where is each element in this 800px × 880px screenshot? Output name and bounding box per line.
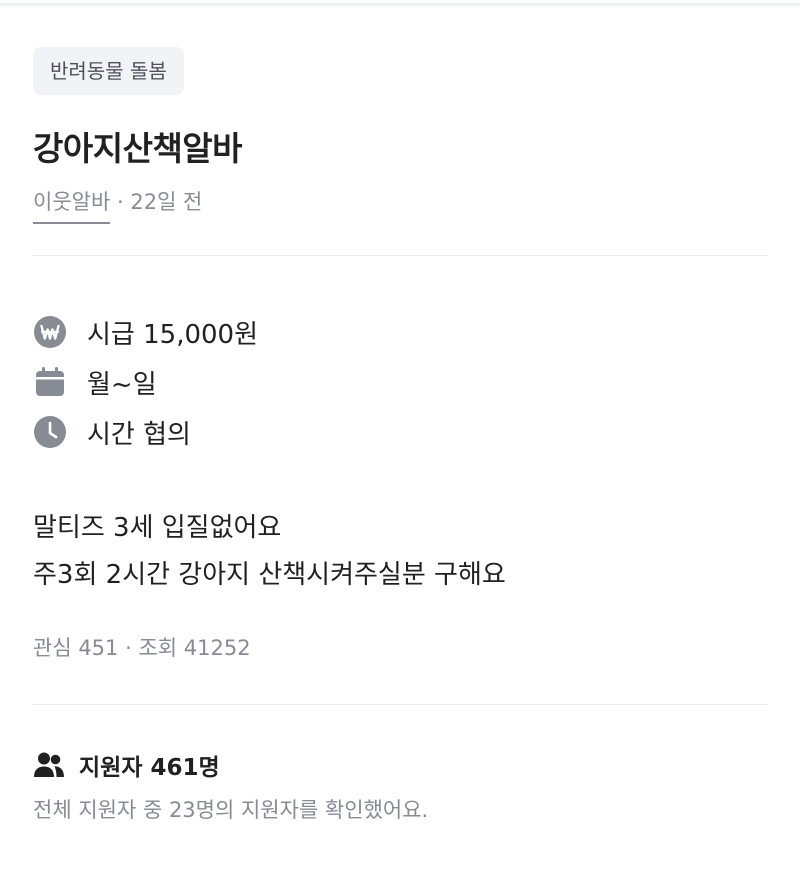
posted-time: 22일 전: [130, 190, 203, 214]
calendar-icon: [33, 365, 67, 399]
applicants-summary: 전체 지원자 중 23명의 지원자를 확인했어요.: [33, 798, 429, 822]
wage-text: 시급 15,000원: [87, 319, 258, 350]
post-title: 강아지산책알바: [33, 129, 243, 168]
won-icon: [33, 315, 67, 349]
section-divider: [33, 255, 767, 256]
job-info-list: 시급 15,000원 월~일 시간 협의: [33, 307, 767, 457]
author-link[interactable]: 이웃알바: [33, 187, 111, 224]
applicants-count: 지원자 461명: [79, 755, 220, 781]
people-icon: [33, 751, 65, 779]
category-chip[interactable]: 반려동물 돌봄: [33, 47, 184, 95]
description-line: 주3회 2시간 강아지 산책시켜주실분 구해요: [33, 560, 506, 590]
days-text: 월~일: [87, 369, 157, 400]
post-description: 말티즈 3세 입질없어요 주3회 2시간 강아지 산책시켜주실분 구해요: [33, 505, 767, 599]
post-stats: 관심 451 · 조회 41252: [33, 633, 767, 663]
time-text: 시간 협의: [87, 419, 191, 450]
post-meta: 이웃알바 · 22일 전: [33, 187, 767, 224]
wage-row: 시급 15,000원: [33, 307, 767, 357]
description-line: 말티즈 3세 입질없어요: [33, 513, 282, 543]
interest-count: 관심 451: [33, 636, 119, 660]
job-post-detail: 반려동물 돌봄 강아지산책알바 이웃알바 · 22일 전 시급 15,000원: [33, 47, 767, 825]
meta-separator: ·: [116, 190, 124, 214]
clock-icon: [33, 415, 67, 449]
days-row: 월~일: [33, 357, 767, 407]
time-row: 시간 협의: [33, 407, 767, 457]
applicants-header[interactable]: 지원자 461명: [33, 749, 767, 781]
section-divider: [33, 704, 767, 705]
stats-separator: ·: [125, 636, 132, 660]
top-divider: [0, 3, 800, 6]
view-count: 조회 41252: [138, 636, 251, 660]
